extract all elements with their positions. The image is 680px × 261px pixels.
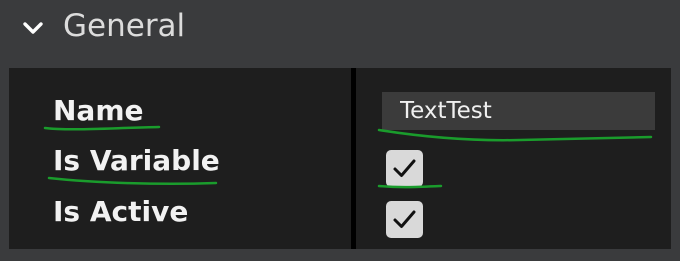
is-active-checkbox[interactable]	[386, 201, 423, 238]
property-label-name: Name	[53, 94, 144, 127]
checkmark-icon	[393, 159, 416, 177]
section-header-general[interactable]: General	[0, 0, 680, 56]
property-label-is-active: Is Active	[53, 195, 189, 228]
inspector-root: General Name Is Variable Is Active	[0, 0, 680, 261]
name-input[interactable]	[382, 92, 655, 130]
is-variable-checkbox[interactable]	[386, 150, 423, 187]
property-label-is-variable: Is Variable	[53, 144, 220, 177]
section-title: General	[63, 8, 186, 44]
checkmark-icon	[393, 210, 416, 228]
chevron-down-icon[interactable]	[21, 16, 45, 40]
column-divider[interactable]	[351, 68, 356, 249]
